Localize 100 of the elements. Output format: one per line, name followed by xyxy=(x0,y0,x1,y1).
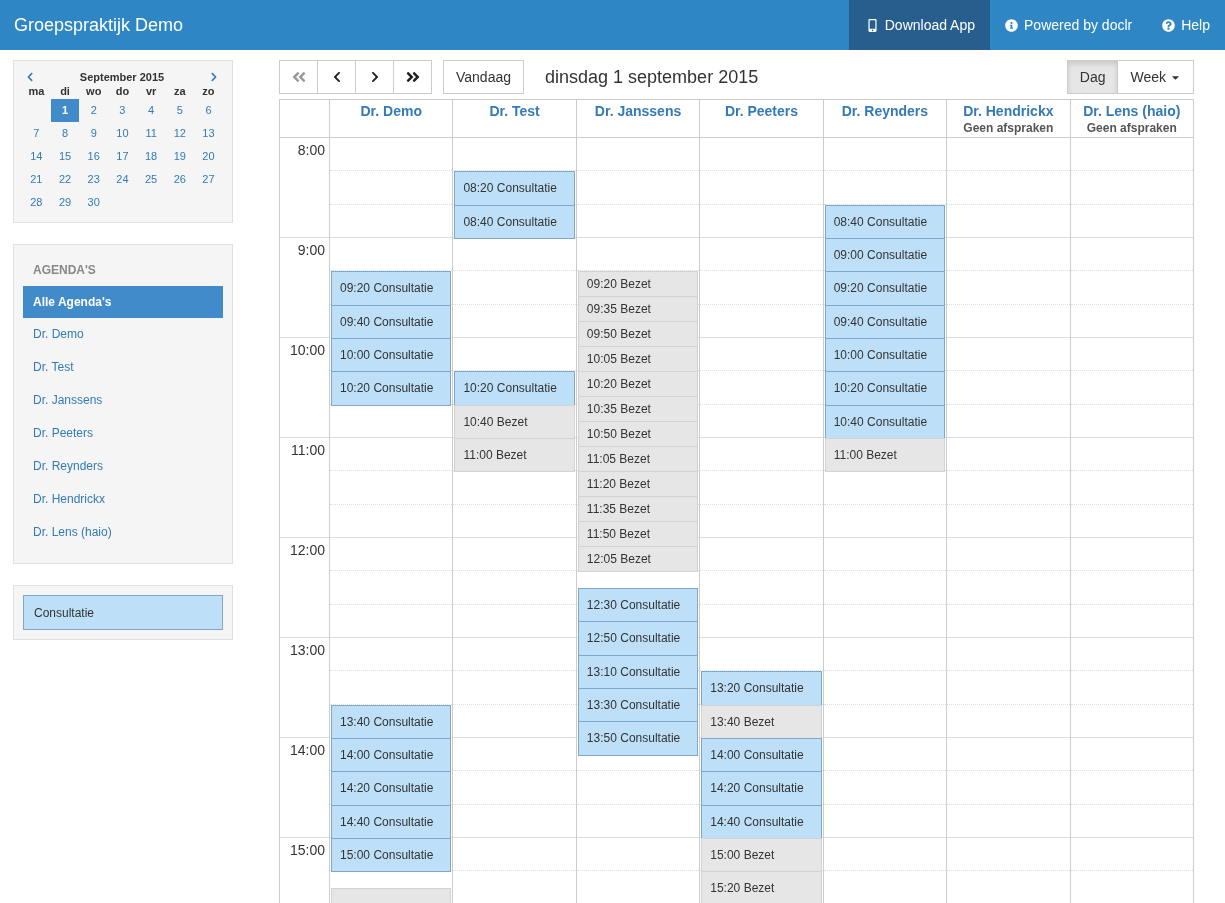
appointment[interactable]: 10:00 Consultatie xyxy=(331,338,452,373)
column-header[interactable]: Dr. Test xyxy=(489,103,540,119)
appointment[interactable]: 15:20 Bezet xyxy=(701,871,822,903)
calendar-day[interactable]: 14 xyxy=(22,145,51,168)
agenda-item[interactable]: Dr. Hendrickx xyxy=(23,483,223,516)
calendar-day[interactable]: 8 xyxy=(50,122,80,145)
appointment[interactable]: 14:20 Consultatie xyxy=(701,771,822,806)
calendar-day[interactable]: 30 xyxy=(79,191,109,214)
appointment[interactable]: 10:50 Bezet xyxy=(577,421,699,448)
appointment[interactable]: 15:00 Consultatie xyxy=(331,838,452,873)
appointment[interactable]: 09:40 Consultatie xyxy=(331,304,452,339)
appointment[interactable]: 10:20 Bezet xyxy=(577,371,699,398)
calendar-day[interactable]: 20 xyxy=(194,145,223,168)
appointment[interactable]: 10:20 Consultatie xyxy=(824,371,946,406)
calendar-day[interactable]: 21 xyxy=(22,168,51,191)
appointment[interactable]: 10:05 Bezet xyxy=(577,346,699,373)
appointment[interactable]: 09:00 Consultatie xyxy=(824,238,946,273)
column-header[interactable]: Dr. Janssens xyxy=(594,103,682,119)
agenda-item[interactable]: Dr. Lens (haio) xyxy=(23,516,223,549)
appointment[interactable]: 14:00 Consultatie xyxy=(701,738,822,773)
today-button[interactable]: Vandaag xyxy=(443,60,524,94)
appointment[interactable]: 14:20 Consultatie xyxy=(331,771,452,806)
calendar-day[interactable]: 17 xyxy=(108,145,137,168)
calendar-day[interactable]: 13 xyxy=(194,122,223,145)
column-header[interactable]: Dr. Hendrickx xyxy=(963,103,1054,119)
agenda-item[interactable]: Dr. Test xyxy=(23,351,223,384)
agenda-item[interactable]: Dr. Janssens xyxy=(23,384,223,417)
calendar-day[interactable]: 19 xyxy=(165,145,195,168)
column-header[interactable]: Dr. Lens (haio) xyxy=(1083,103,1181,119)
appointment[interactable]: 13:30 Consultatie xyxy=(577,688,699,723)
agenda-item[interactable]: Dr. Demo xyxy=(23,318,223,351)
calendar-day[interactable]: 29 xyxy=(50,191,80,214)
column-header[interactable]: Dr. Demo xyxy=(360,103,422,119)
calendar-day[interactable]: 26 xyxy=(165,168,195,191)
appointment[interactable]: 10:20 Consultatie xyxy=(331,371,452,406)
appointment[interactable]: 09:20 Consultatie xyxy=(824,271,946,306)
appointment[interactable]: 09:20 Bezet xyxy=(577,271,699,298)
appointment[interactable]: 14:40 Consultatie xyxy=(331,804,452,839)
calendar-day[interactable]: 18 xyxy=(136,145,166,168)
appointment[interactable]: 13:40 Consultatie xyxy=(331,704,452,739)
agenda-item[interactable]: Alle Agenda's xyxy=(23,286,223,318)
appointment[interactable]: 11:00 Bezet xyxy=(454,438,575,473)
appointment[interactable]: 13:20 Consultatie xyxy=(701,671,822,706)
appointment[interactable]: 12:50 Consultatie xyxy=(577,621,699,656)
previous-button[interactable] xyxy=(317,60,356,94)
appointment[interactable]: 11:35 Bezet xyxy=(577,496,699,523)
appointment[interactable]: 10:20 Consultatie xyxy=(454,371,575,406)
appointment[interactable]: 09:40 Consultatie xyxy=(824,304,946,339)
appointment[interactable]: 09:50 Bezet xyxy=(577,321,699,348)
appointment[interactable]: 13:10 Consultatie xyxy=(577,654,699,689)
appointment[interactable]: 14:40 Consultatie xyxy=(701,804,822,839)
calendar-day[interactable]: 22 xyxy=(50,168,80,191)
appointment[interactable]: 13:40 Bezet xyxy=(701,704,822,739)
calendar-day[interactable]: 5 xyxy=(165,99,195,122)
appointment[interactable]: 10:00 Consultatie xyxy=(824,338,946,373)
view-button[interactable]: Dag xyxy=(1066,60,1119,94)
appointment[interactable]: 15:00 Bezet xyxy=(701,838,822,873)
appointment[interactable]: 08:20 Consultatie xyxy=(454,171,575,206)
appointment[interactable]: 08:40 Consultatie xyxy=(454,204,575,239)
appointment[interactable]: 11:00 Bezet xyxy=(824,438,946,473)
appointment[interactable]: 13:50 Consultatie xyxy=(577,721,699,756)
appointment[interactable]: 12:05 Bezet xyxy=(577,546,699,573)
appointment[interactable]: 10:40 Bezet xyxy=(454,404,575,439)
calendar-day[interactable]: 15 xyxy=(50,145,80,168)
agenda-item[interactable]: Dr. Reynders xyxy=(23,450,223,483)
last-page-button[interactable] xyxy=(393,60,432,94)
column-header[interactable]: Dr. Peeters xyxy=(724,103,799,119)
calendar-day[interactable]: 23 xyxy=(79,168,109,191)
calendar-day[interactable]: 9 xyxy=(79,122,109,145)
calendar-day[interactable]: 25 xyxy=(136,168,166,191)
calendar-day[interactable]: 10 xyxy=(108,122,137,145)
calendar-day[interactable]: 28 xyxy=(22,191,51,214)
agenda-item[interactable]: Dr. Peeters xyxy=(23,417,223,450)
calendar-day[interactable]: 27 xyxy=(194,168,223,191)
calendar-day[interactable]: 24 xyxy=(108,168,137,191)
appointment[interactable]: 10:35 Bezet xyxy=(577,396,699,423)
appointment[interactable]: 09:20 Consultatie xyxy=(331,271,452,306)
calendar-day[interactable]: 12 xyxy=(165,122,195,145)
appointment[interactable]: 11:20 Bezet xyxy=(577,471,699,498)
view-button[interactable]: Week xyxy=(1117,60,1194,94)
appointment[interactable]: 10:40 Consultatie xyxy=(824,404,946,439)
next-button[interactable] xyxy=(355,60,394,94)
calendar-day[interactable]: 2 xyxy=(79,99,109,122)
nav-link[interactable]: Download App xyxy=(848,0,991,50)
appointment[interactable]: 09:35 Bezet xyxy=(577,296,699,323)
calendar-day[interactable]: 3 xyxy=(108,99,137,122)
nav-link[interactable]: Powered by doclr xyxy=(990,0,1148,50)
nav-link[interactable]: Help xyxy=(1147,0,1225,50)
calendar-day[interactable]: 1 xyxy=(50,99,80,122)
column-header[interactable]: Dr. Reynders xyxy=(841,103,929,119)
appointment[interactable]: 14:00 Consultatie xyxy=(331,738,452,773)
calendar-day[interactable]: 6 xyxy=(194,99,223,122)
appointment[interactable]: 12:30 Consultatie xyxy=(577,588,699,623)
appointment[interactable]: 08:40 Consultatie xyxy=(824,204,946,239)
calendar-day[interactable]: 4 xyxy=(136,99,166,122)
calendar-day[interactable]: 7 xyxy=(22,122,51,145)
appointment[interactable]: 11:50 Bezet xyxy=(577,521,699,548)
appointment[interactable]: 11:05 Bezet xyxy=(577,446,699,473)
calendar-day[interactable]: 11 xyxy=(136,122,166,145)
calendar-day[interactable]: 16 xyxy=(79,145,109,168)
